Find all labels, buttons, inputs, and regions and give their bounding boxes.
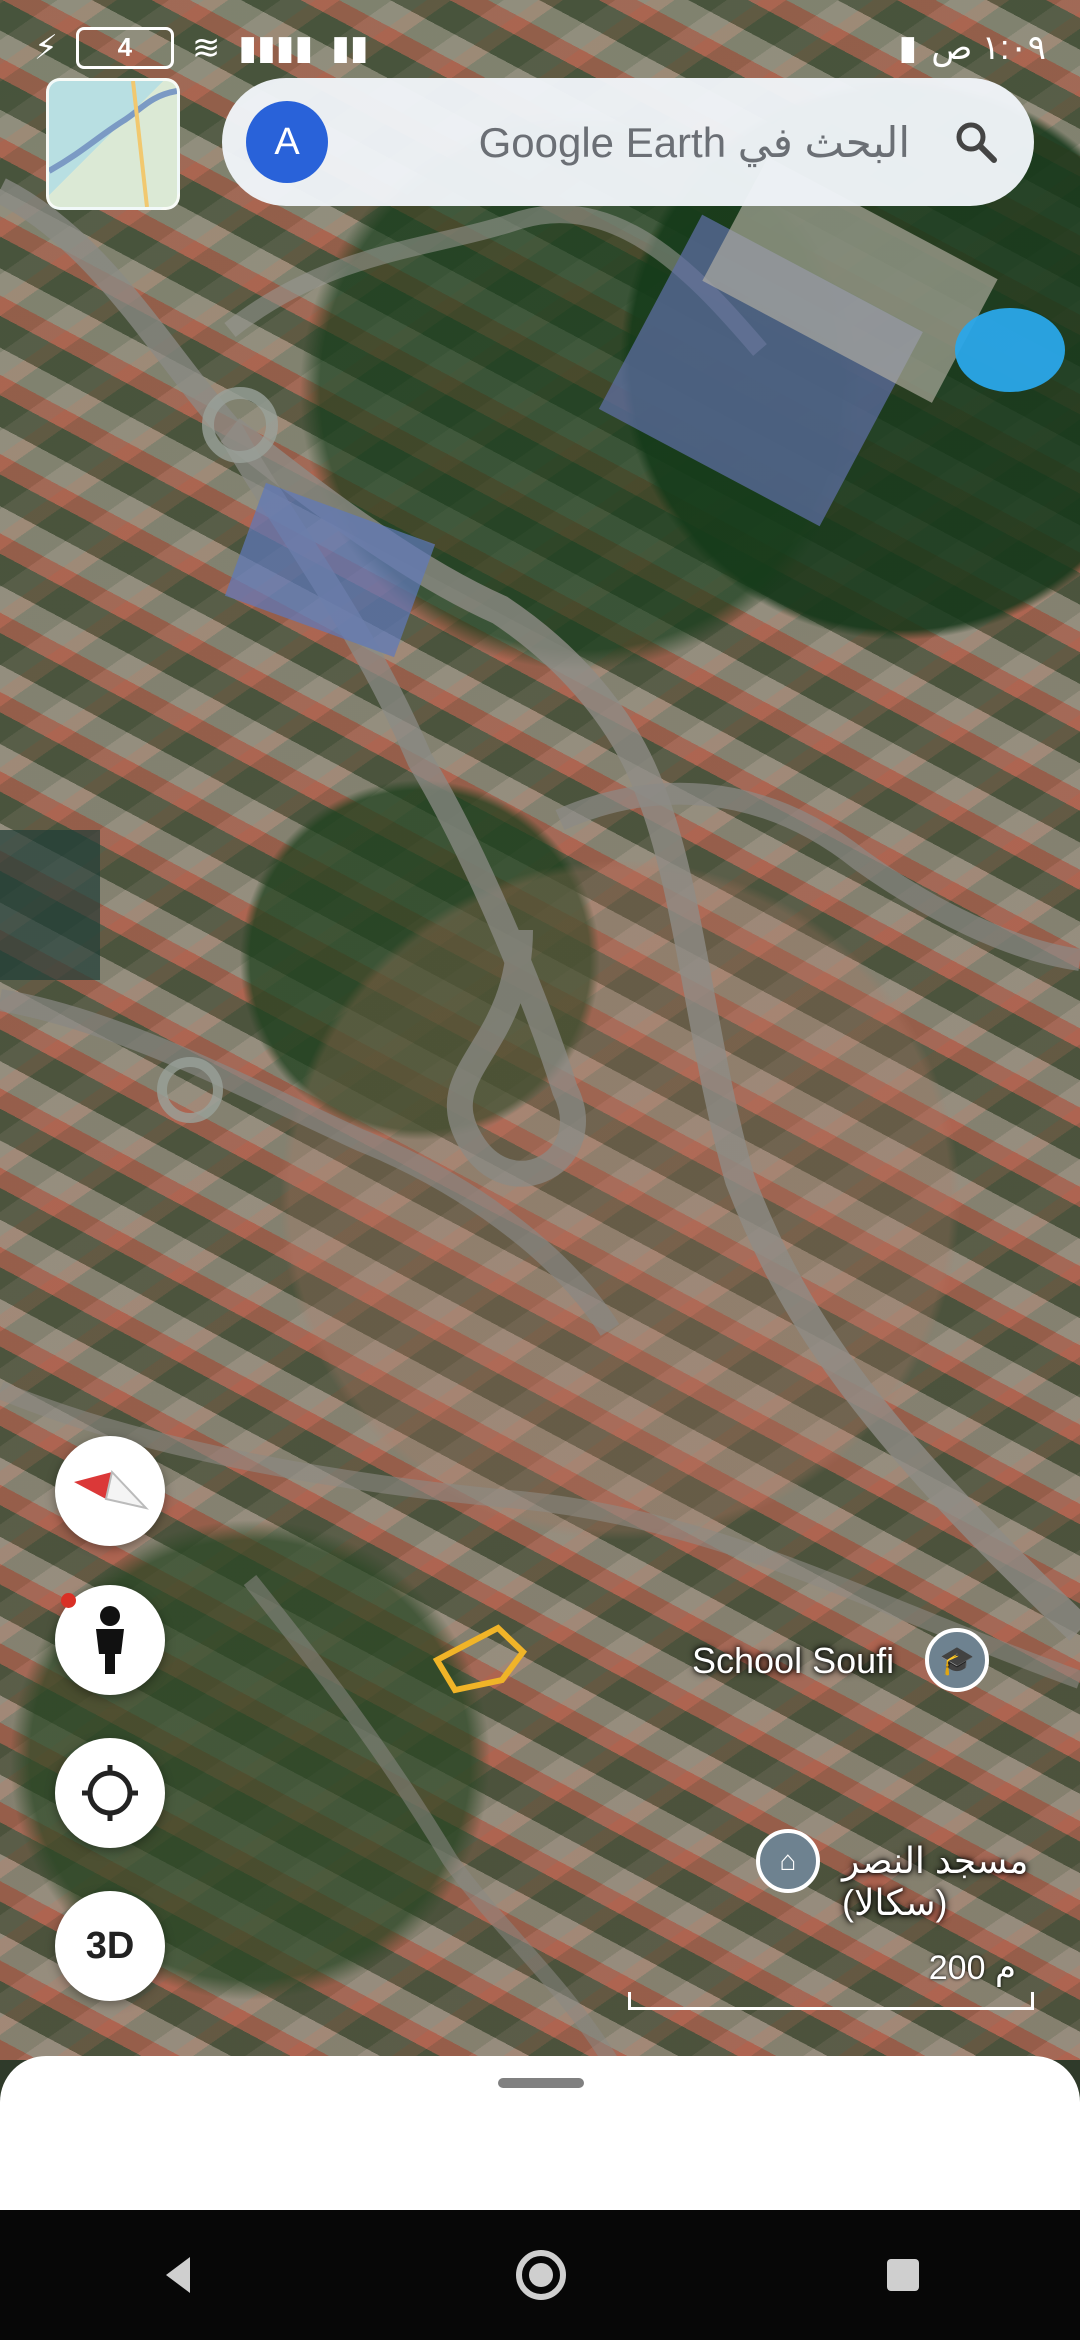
crosshair-icon <box>82 1765 138 1821</box>
status-time: ١:٠٩ ص <box>931 28 1046 67</box>
bottom-sheet-handle[interactable] <box>498 2078 584 2088</box>
place-school-label[interactable]: School Soufi <box>692 1640 894 1682</box>
compass-icon <box>74 1469 149 1510</box>
map-scale-label: 200 م <box>928 1949 1016 1987</box>
recent-apps-icon[interactable] <box>880 2252 926 2298</box>
notification-dot <box>61 1593 76 1608</box>
wifi-icon: ≋ <box>191 28 221 67</box>
status-right-group: ▮ ١:٠٩ ص <box>898 28 1046 68</box>
search-bar[interactable]: A البحث في Google Earth <box>222 78 1034 206</box>
battery-status-icon: ▮ <box>898 28 918 67</box>
battery-level: 4 <box>117 32 133 62</box>
compass-button[interactable] <box>55 1436 165 1546</box>
mini-map-thumbnail[interactable] <box>46 78 180 210</box>
search-placeholder[interactable]: البحث في Google Earth <box>479 118 910 167</box>
account-avatar[interactable]: A <box>246 101 328 183</box>
search-icon[interactable] <box>952 118 1000 166</box>
satellite-map[interactable] <box>0 0 1080 2060</box>
mosque-icon[interactable]: ⌂ <box>756 1829 820 1893</box>
avatar-letter: A <box>274 120 300 163</box>
3d-toggle-button[interactable]: 3D <box>55 1891 165 2001</box>
my-location-button[interactable] <box>55 1738 165 1848</box>
person-icon <box>96 1606 124 1674</box>
mini-map-icon <box>49 81 177 207</box>
battery-indicator: 4 <box>75 26 174 69</box>
place-mosque-label[interactable]: مسجد النصر (سكالا) <box>842 1840 1080 1924</box>
android-navigation-bar <box>0 2210 1080 2340</box>
signal-icon: ▮▮▮▮ <box>238 28 314 67</box>
map-scale-bar <box>628 1992 1034 2010</box>
home-icon[interactable] <box>511 2245 571 2305</box>
signal-icon-secondary: ▮▮ <box>331 28 369 67</box>
graduation-cap-icon[interactable]: 🎓 <box>925 1628 989 1692</box>
charging-icon: ⚡ <box>34 28 58 67</box>
back-icon[interactable] <box>154 2251 202 2299</box>
3d-label: 3D <box>85 1924 135 1967</box>
map-roads <box>0 157 1080 2060</box>
status-left-group: ⚡ 4 ≋ ▮▮▮▮ ▮▮ <box>34 26 369 69</box>
